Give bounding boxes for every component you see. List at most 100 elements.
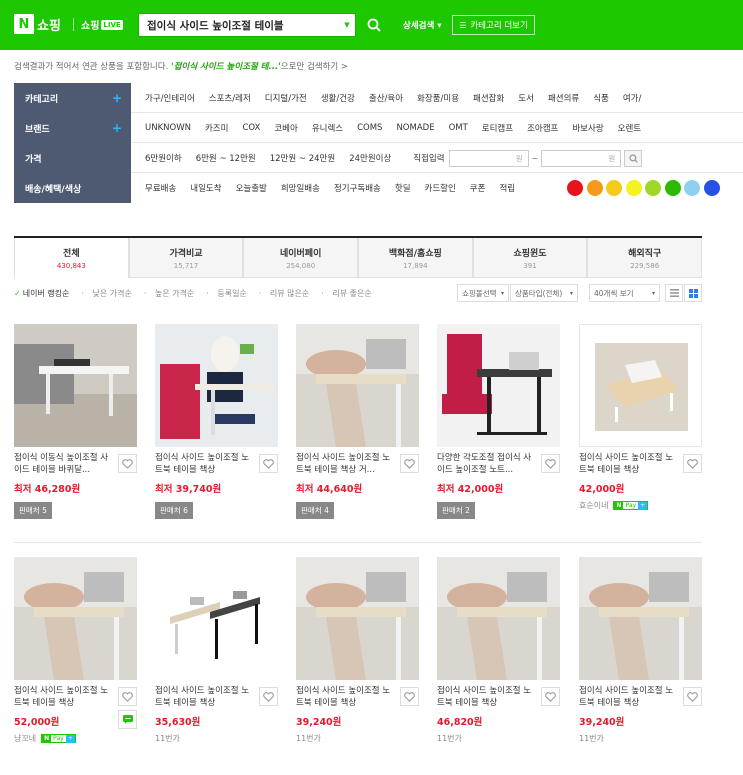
delivery-filter-item[interactable]: 적립: [499, 182, 515, 194]
product-title[interactable]: 접이식 사이드 높이조절 노트북 테이블 책상: [155, 685, 255, 709]
brand-filter-item[interactable]: 유니렉스: [312, 122, 343, 134]
max-price-input[interactable]: 원: [541, 149, 622, 167]
brand-filter-item[interactable]: UNKNOWN: [145, 123, 191, 133]
favorite-button[interactable]: [683, 454, 702, 473]
brand-filter-item[interactable]: 코베아: [274, 122, 297, 134]
category-filter-item[interactable]: 가구/인테리어: [145, 92, 195, 104]
seller-name[interactable]: 냥꼬네 N Pay +: [14, 733, 76, 744]
product-title[interactable]: 접이식 사이드 높이조절 노트북 테이블 책상: [296, 685, 396, 709]
delivery-filter-item[interactable]: 오늘출발: [236, 182, 267, 194]
exact-search-link[interactable]: 으로만 검색하기 >: [281, 62, 348, 72]
brand-filter-item[interactable]: OMT: [449, 123, 468, 133]
brand-filter-item[interactable]: 카즈미: [205, 122, 228, 134]
search-input[interactable]: 접이식 사이드 높이조절 테이블: [147, 18, 339, 33]
brand-filter-item[interactable]: COMS: [357, 123, 382, 133]
product-title[interactable]: 접이식 사이드 높이조절 노트북 테이블 책상 거...: [296, 452, 396, 476]
search-button[interactable]: [356, 13, 392, 37]
price-range-option[interactable]: 6만원이하: [145, 152, 182, 164]
seller-count-badge[interactable]: 판매처 4: [296, 502, 334, 519]
product-title[interactable]: 다양한 각도조절 접이식 사이드 높이조절 노트...: [437, 452, 537, 476]
product-card[interactable]: 다양한 각도조절 접이식 사이드 높이조절 노트... 최저 42,000원 판매처…: [437, 324, 560, 519]
product-image[interactable]: [437, 557, 560, 680]
product-card[interactable]: 접이식 사이드 높이조절 노트북 테이블 책상 42,000원 효순이네 N Pay +: [579, 324, 702, 510]
tab-5[interactable]: 해외직구 229,586: [587, 238, 703, 278]
category-filter-item[interactable]: 디지털/가전: [265, 92, 307, 104]
product-thumbnail[interactable]: [14, 324, 137, 447]
product-thumbnail[interactable]: [155, 324, 278, 447]
color-swatch[interactable]: [606, 180, 623, 196]
sort-option[interactable]: · 리뷰 좋은순: [321, 288, 377, 299]
product-title[interactable]: 접이식 사이드 높이조절 노트북 테이블 책상: [155, 452, 255, 476]
brand-filter-item[interactable]: COX: [242, 123, 260, 133]
product-card[interactable]: 접이식 사이드 높이조절 노트북 테이블 책상 39,240원 11번가: [296, 557, 419, 743]
seller-count-badge[interactable]: 판매처 6: [155, 502, 193, 519]
product-thumbnail[interactable]: [579, 557, 702, 680]
grid-view-button[interactable]: [684, 284, 702, 302]
product-image[interactable]: [14, 557, 137, 680]
favorite-button[interactable]: [118, 454, 137, 473]
delivery-filter-item[interactable]: 정기구독배송: [334, 182, 381, 194]
product-card[interactable]: 접이식 사이드 높이조절 노트북 테이블 책상 39,240원 11번가: [579, 557, 702, 743]
sort-option[interactable]: ✓ 네이버 랭킹순: [14, 288, 75, 299]
talktalk-button[interactable]: [118, 710, 137, 729]
sort-option[interactable]: · 낮은 가격순: [81, 288, 137, 299]
product-type-dropdown[interactable]: 상품타입(전체) ▾: [510, 284, 578, 302]
color-swatch[interactable]: [567, 180, 584, 196]
view-count-dropdown[interactable]: 40개씩 보기 ▾: [589, 284, 660, 302]
product-thumbnail[interactable]: [579, 324, 702, 447]
advanced-search-button[interactable]: 상세검색 ▾: [403, 19, 442, 31]
category-filter-item[interactable]: 패션잡화: [473, 92, 504, 104]
color-swatch[interactable]: [703, 180, 720, 196]
product-thumbnail[interactable]: [437, 324, 560, 447]
category-more-button[interactable]: ☰ 카테고리 더보기: [452, 15, 535, 35]
product-card[interactable]: 접이식 사이드 높이조절 노트북 테이블 책상 거... 최저 44,640원 판매…: [296, 324, 419, 519]
delivery-filter-item[interactable]: 쿠폰: [470, 182, 486, 194]
seller-name[interactable]: 11번가: [437, 733, 462, 744]
color-swatch[interactable]: [645, 180, 662, 196]
autocomplete-toggle-icon[interactable]: ▼: [339, 21, 355, 29]
tab-0[interactable]: 전체 430,843: [14, 238, 129, 278]
list-view-button[interactable]: [665, 284, 683, 302]
sort-option[interactable]: · 리뷰 많은순: [259, 288, 315, 299]
product-card[interactable]: 접이식 이동식 높이조절 사이드 테이블 바퀴달... 최저 46,280원 판매처…: [14, 324, 137, 519]
category-filter-item[interactable]: 패션의류: [548, 92, 579, 104]
favorite-button[interactable]: [541, 454, 560, 473]
notice-keyword-link[interactable]: '접이식 사이드 높이조절 테...': [171, 62, 281, 72]
product-image[interactable]: [580, 325, 702, 447]
product-card[interactable]: 접이식 사이드 높이조절 노트북 테이블 책상 35,630원 11번가: [155, 557, 278, 743]
tab-3[interactable]: 백화점/홈쇼핑 17,894: [358, 238, 473, 278]
category-filter-item[interactable]: 식품: [593, 92, 609, 104]
product-card[interactable]: 접이식 사이드 높이조절 노트북 테이블 책상 46,820원 11번가: [437, 557, 560, 743]
product-title[interactable]: 접이식 사이드 높이조절 노트북 테이블 책상: [437, 685, 537, 709]
product-image[interactable]: [296, 557, 419, 680]
product-thumbnail[interactable]: [14, 557, 137, 680]
brand-filter-item[interactable]: 로티캠프: [482, 122, 513, 134]
product-card[interactable]: 접이식 사이드 높이조절 노트북 테이블 책상 52,000원 냥꼬네 N Pay +: [14, 557, 137, 743]
favorite-button[interactable]: [400, 454, 419, 473]
category-filter-item[interactable]: 도서: [518, 92, 534, 104]
product-thumbnail[interactable]: [296, 324, 419, 447]
delivery-filter-item[interactable]: 희망일배송: [281, 182, 320, 194]
tab-1[interactable]: 가격비교 15,717: [128, 238, 244, 278]
price-range-option[interactable]: 12만원 ~ 24만원: [270, 152, 335, 164]
color-swatch[interactable]: [664, 180, 681, 196]
category-filter-item[interactable]: 생활/건강: [321, 92, 355, 104]
product-title[interactable]: 접이식 사이드 높이조절 노트북 테이블 책상: [14, 685, 114, 709]
favorite-button[interactable]: [400, 687, 419, 706]
favorite-button[interactable]: [541, 687, 560, 706]
product-image[interactable]: [296, 324, 419, 447]
product-card[interactable]: 접이식 사이드 높이조절 노트북 테이블 책상 최저 39,740원 판매처 6: [155, 324, 278, 519]
delivery-filter-item[interactable]: 카드할인: [425, 182, 456, 194]
mall-select-dropdown[interactable]: 쇼핑몰선택 ▾: [457, 284, 509, 302]
seller-name[interactable]: 11번가: [155, 733, 180, 744]
search-box[interactable]: 접이식 사이드 높이조절 테이블 ▼: [138, 13, 356, 37]
brand-filter-item[interactable]: NOMADE: [396, 123, 434, 133]
category-filter-item[interactable]: 화장품/미용: [417, 92, 459, 104]
product-image[interactable]: [155, 557, 278, 680]
category-filter-item[interactable]: 스포츠/레저: [209, 92, 251, 104]
price-range-option[interactable]: 6만원 ~ 12만원: [196, 152, 256, 164]
category-filter-item[interactable]: 출산/육아: [369, 92, 403, 104]
product-thumbnail[interactable]: [437, 557, 560, 680]
product-thumbnail[interactable]: [296, 557, 419, 680]
category-filter-item[interactable]: 여가/: [623, 92, 642, 104]
